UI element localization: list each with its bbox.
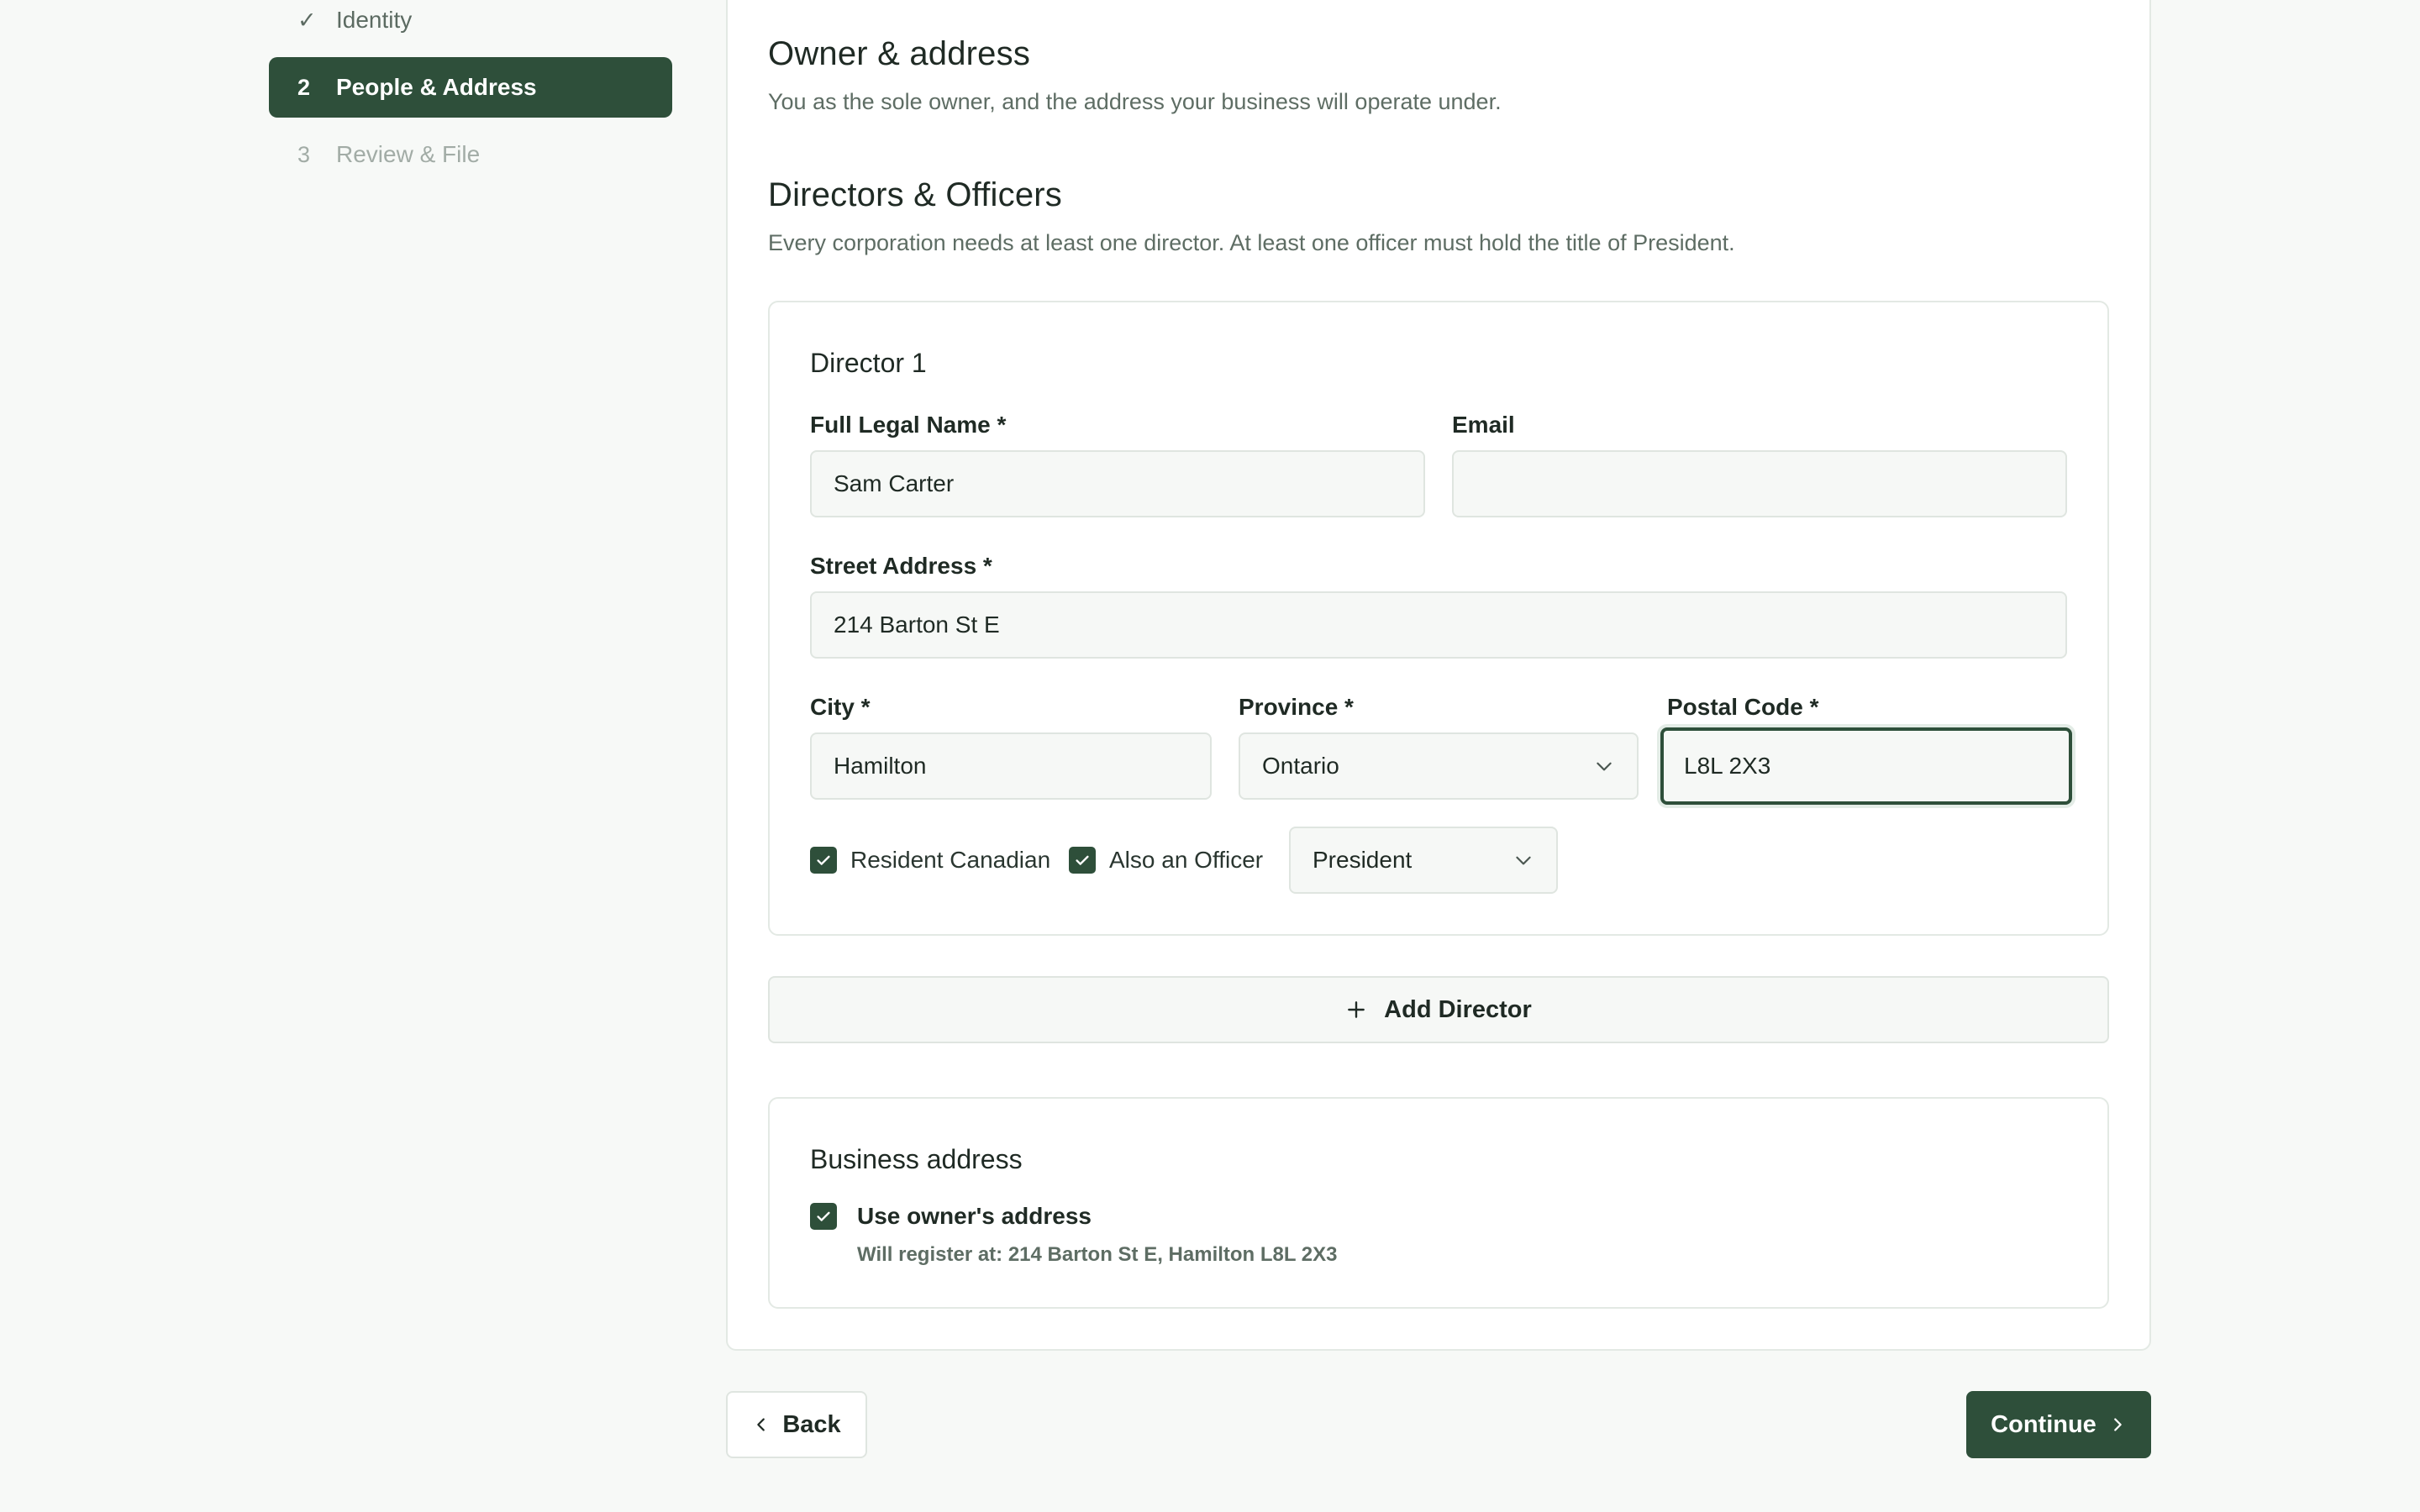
city-input[interactable] <box>810 732 1212 800</box>
chevron-left-icon <box>757 1418 765 1431</box>
resident-canadian-checkbox[interactable]: Resident Canadian <box>810 847 1050 874</box>
postal-code-input[interactable] <box>1660 727 2072 805</box>
check-icon <box>1076 855 1089 865</box>
full-name-input[interactable] <box>810 450 1425 517</box>
postal-code-label: Postal Code * <box>1667 694 1819 720</box>
resident-canadian-label: Resident Canadian <box>850 847 1051 873</box>
email-label: Email <box>1452 412 1515 438</box>
use-owner-address-checkbox[interactable]: Use owner's address <box>810 1203 1092 1230</box>
plus-icon <box>1348 1001 1365 1018</box>
chevron-down-icon <box>1516 856 1531 865</box>
continue-button[interactable]: Continue <box>1966 1391 2151 1458</box>
checkbox-checked[interactable] <box>810 847 837 874</box>
back-button[interactable]: Back <box>726 1391 867 1458</box>
register-address-note: Will register at: 214 Barton St E, Hamil… <box>857 1243 1338 1266</box>
full-name-label: Full Legal Name * <box>810 412 1007 438</box>
officer-title-value: President <box>1313 847 1413 873</box>
step-label: Identity <box>336 7 413 33</box>
chevron-down-icon <box>1597 762 1612 771</box>
also-officer-label: Also an Officer <box>1109 847 1264 873</box>
checkbox-checked[interactable] <box>1069 847 1096 874</box>
email-input[interactable] <box>1452 450 2067 517</box>
use-owner-address-label: Use owner's address <box>857 1203 1092 1229</box>
checkbox-checked[interactable] <box>810 1203 837 1230</box>
back-label: Back <box>782 1410 841 1438</box>
province-value: Ontario <box>1262 753 1339 779</box>
officer-title-select[interactable]: President <box>1289 827 1558 894</box>
continue-label: Continue <box>1991 1410 2096 1438</box>
owner-section-title: Owner & address <box>768 35 1031 72</box>
check-icon <box>817 855 830 865</box>
step-review-file[interactable]: 3 Review & File <box>269 124 672 185</box>
page: ✓ Identity 2 People & Address 3 Review &… <box>0 0 2420 1512</box>
director-title: Director 1 <box>810 348 927 378</box>
city-label: City * <box>810 694 871 720</box>
check-icon <box>817 1211 830 1221</box>
step-label: Review & File <box>336 141 481 167</box>
also-officer-checkbox[interactable]: Also an Officer <box>1069 847 1263 874</box>
directors-section-title: Directors & Officers <box>768 176 1062 213</box>
step-number: 2 <box>297 74 311 100</box>
step-label: People & Address <box>336 74 537 100</box>
step-number: 3 <box>297 141 311 167</box>
add-director-button[interactable]: Add Director <box>768 976 2109 1043</box>
directors-section-subtitle: Every corporation needs at least one dir… <box>768 230 1735 255</box>
street-address-input[interactable] <box>810 591 2067 659</box>
province-select[interactable]: Ontario <box>1239 732 1639 800</box>
step-identity[interactable]: ✓ Identity <box>269 0 672 50</box>
business-address-title: Business address <box>810 1144 1023 1174</box>
checkmark-icon: ✓ <box>297 7 317 33</box>
province-label: Province * <box>1239 694 1354 720</box>
owner-section-subtitle: You as the sole owner, and the address y… <box>768 89 1502 114</box>
street-address-label: Street Address * <box>810 553 992 579</box>
step-people-address[interactable]: 2 People & Address <box>269 57 672 118</box>
add-director-label: Add Director <box>1384 995 1532 1023</box>
chevron-right-icon <box>2113 1418 2122 1431</box>
